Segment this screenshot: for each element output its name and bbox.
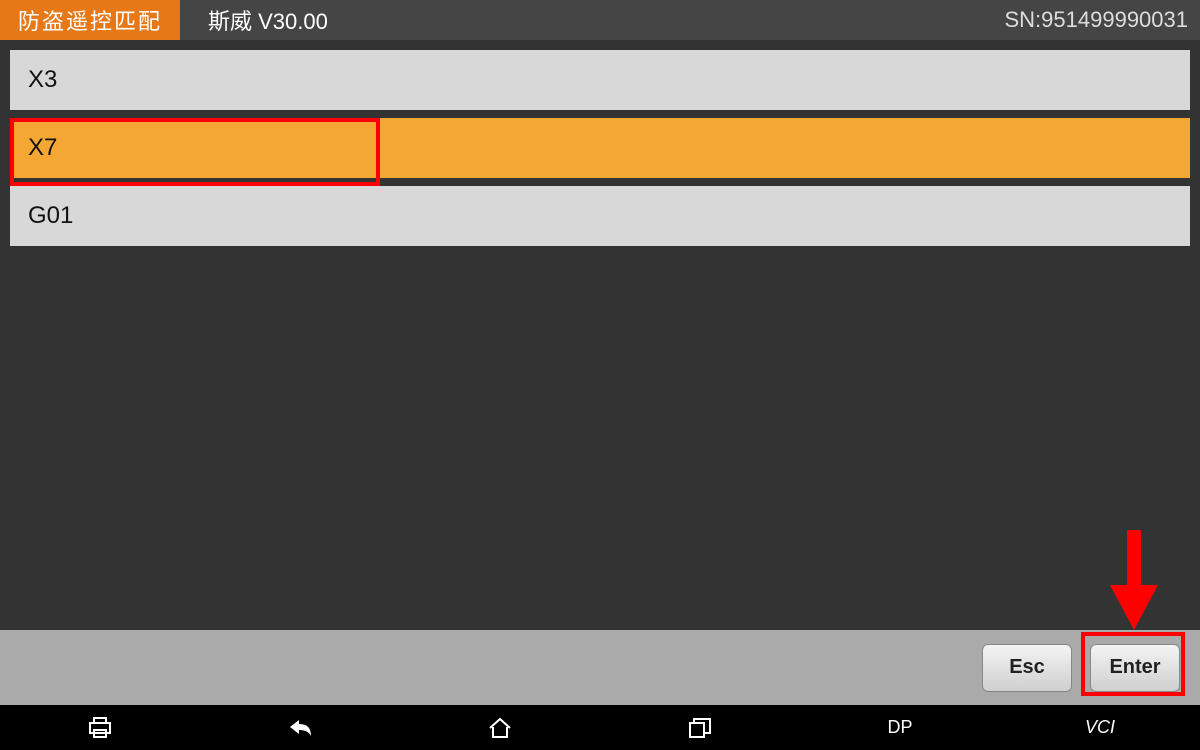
recent-apps-icon	[688, 717, 712, 739]
serial-number: SN:951499990031	[1005, 7, 1200, 33]
nav-dp[interactable]: DP	[800, 717, 1000, 738]
esc-button[interactable]: Esc	[982, 644, 1072, 692]
list-item-label: X3	[28, 66, 57, 94]
main-body: X3 X7 G01	[0, 40, 1200, 630]
list-item[interactable]: X7	[10, 118, 1190, 178]
nav-print[interactable]	[0, 717, 200, 739]
back-icon	[287, 717, 313, 739]
list-item[interactable]: G01	[10, 186, 1190, 246]
nav-home[interactable]	[400, 717, 600, 739]
app-screen: 防盗遥控匹配 斯威 V30.00 SN:951499990031 X3 X7 G…	[0, 0, 1200, 750]
model-list: X3 X7 G01	[10, 50, 1190, 246]
nav-back[interactable]	[200, 717, 400, 739]
list-item-label: G01	[28, 202, 73, 230]
enter-button[interactable]: Enter	[1090, 644, 1180, 692]
section-title: 防盗遥控匹配	[0, 0, 180, 40]
nav-vci[interactable]: VCI	[1000, 717, 1200, 738]
list-item-label: X7	[28, 134, 57, 162]
nav-recent[interactable]	[600, 717, 800, 739]
dp-label: DP	[887, 717, 912, 738]
button-bar: Esc Enter	[0, 630, 1200, 705]
home-icon	[487, 717, 513, 739]
nav-bar: DP VCI	[0, 705, 1200, 750]
vci-label: VCI	[1085, 717, 1115, 738]
brand-version: 斯威 V30.00	[180, 4, 328, 36]
list-item[interactable]: X3	[10, 50, 1190, 110]
top-bar: 防盗遥控匹配 斯威 V30.00 SN:951499990031	[0, 0, 1200, 40]
printer-icon	[88, 717, 112, 739]
